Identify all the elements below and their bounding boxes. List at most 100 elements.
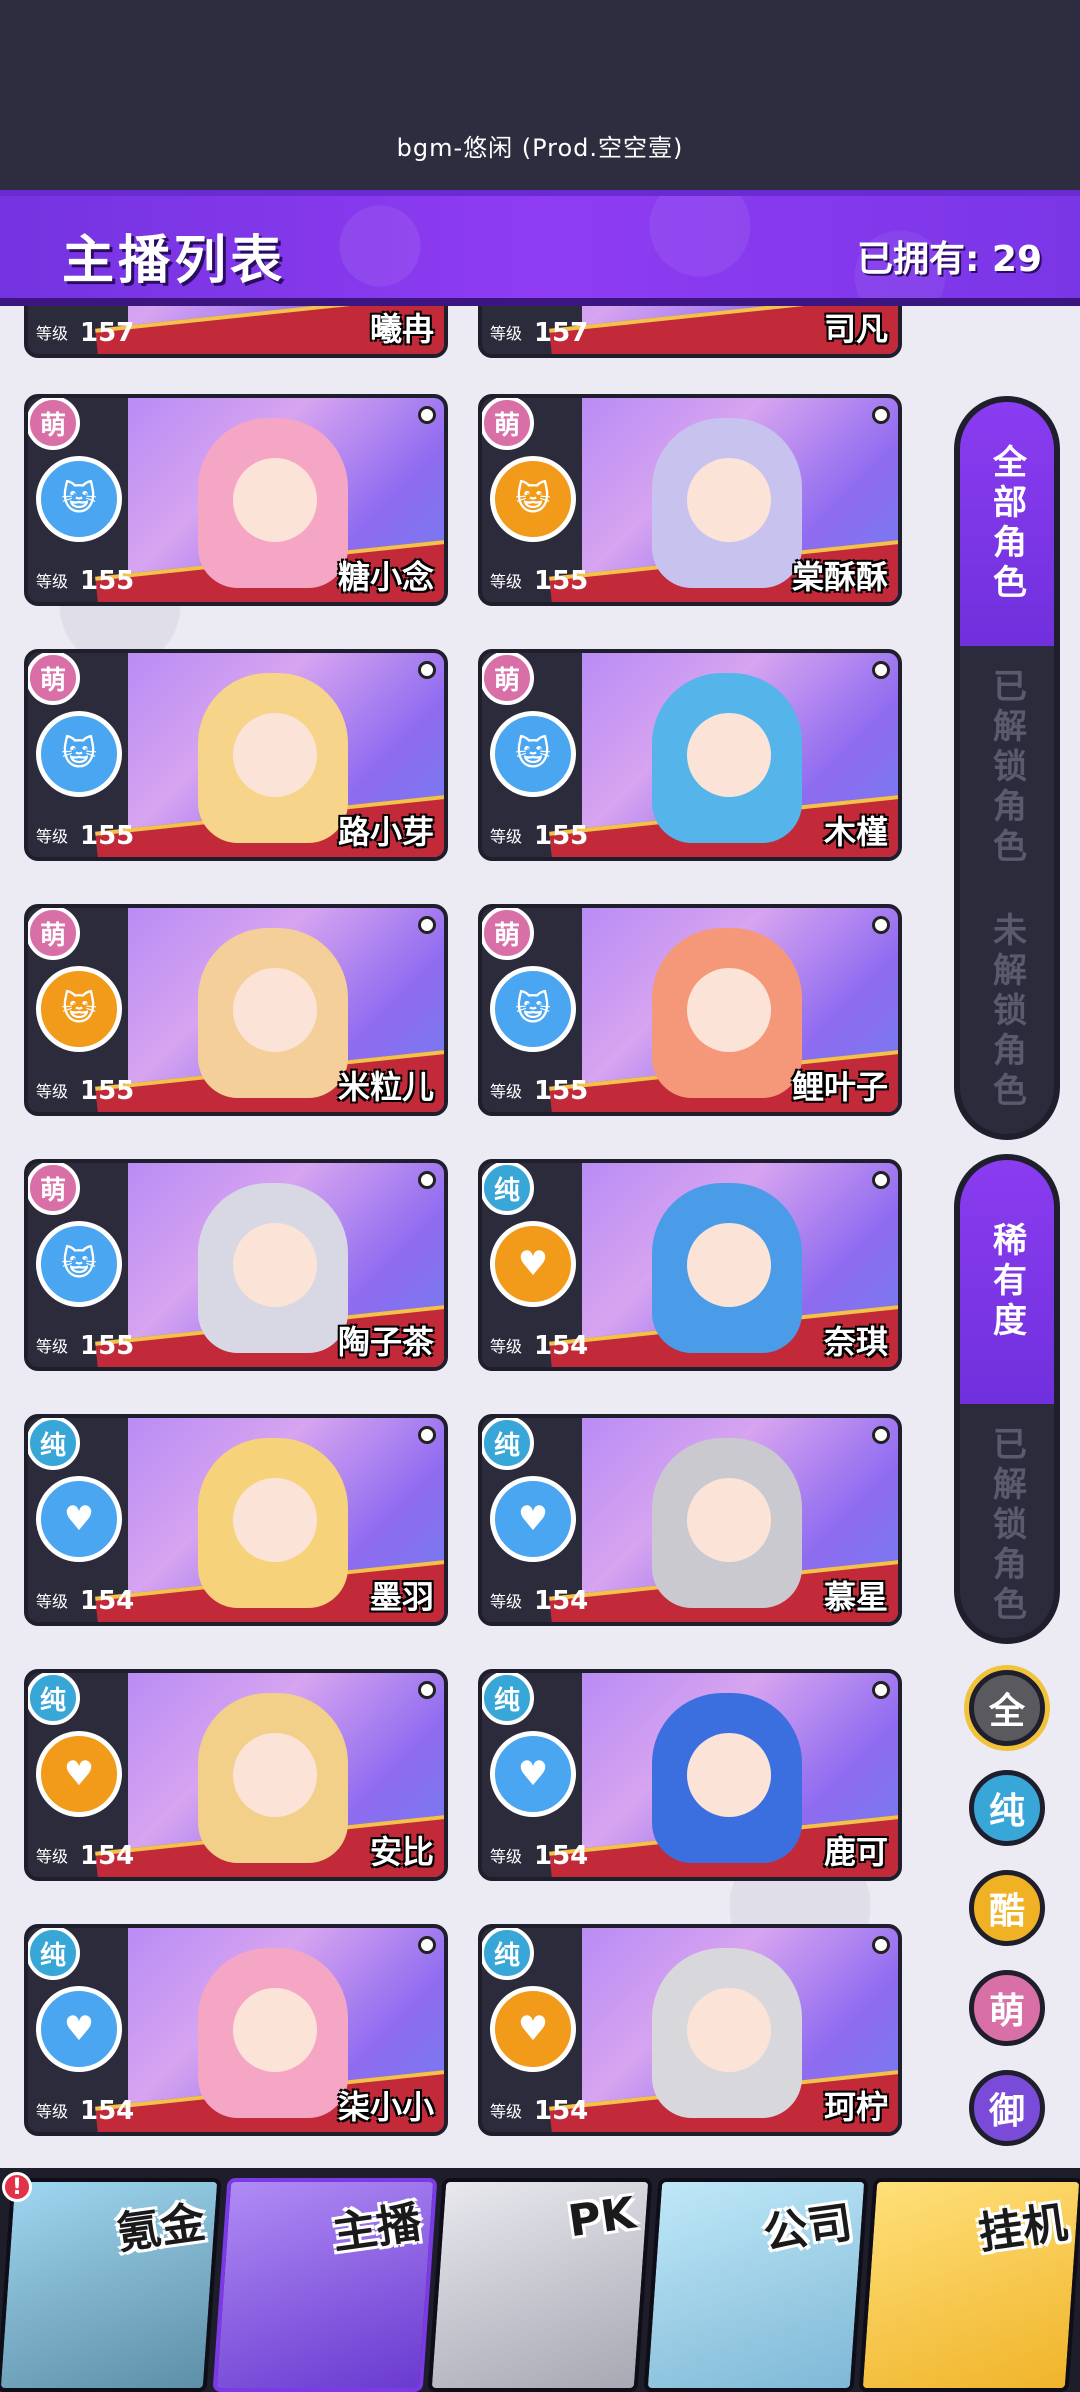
- filter-rarity-unlocked[interactable]: 已解锁角色: [960, 1404, 1054, 1638]
- nav-recharge[interactable]: 氪金: [0, 2178, 222, 2392]
- heartbeat-emblem-icon: ♥: [36, 1476, 122, 1562]
- rarity-badge: 纯: [482, 1418, 534, 1470]
- filter-unlocked-roles[interactable]: 已解锁角色: [960, 646, 1054, 890]
- nav-label: 主播: [328, 2197, 424, 2260]
- rarity-badge: 纯: [28, 1928, 80, 1980]
- rarity-button-meng[interactable]: 萌: [969, 1970, 1045, 2046]
- rarity-button-all[interactable]: 全: [969, 1670, 1045, 1746]
- card-corner-dot: [418, 1426, 436, 1444]
- level-value: 155: [534, 821, 589, 851]
- level-label: 等级: [490, 1592, 523, 1611]
- level-value: 155: [534, 566, 589, 596]
- owned-count: 已拥有: 29: [856, 239, 1042, 280]
- card-corner-dot: [418, 406, 436, 424]
- level-label: 等级: [490, 2102, 523, 2121]
- streamer-card[interactable]: 纯 ♥ 等级 154 慕星: [478, 1414, 902, 1626]
- cat-emblem-icon: 😺: [490, 966, 576, 1052]
- level-label: 等级: [36, 1847, 69, 1866]
- heartbeat-emblem-icon: ♥: [36, 1731, 122, 1817]
- streamer-card[interactable]: 纯 ♥ 等级 154 珂柠: [478, 1924, 902, 2136]
- streamer-card[interactable]: 纯 ♥ 等级 154 柒小小: [24, 1924, 448, 2136]
- card-corner-dot: [872, 1936, 890, 1954]
- page-header: 主播列表 已拥有: 29: [0, 190, 1080, 306]
- filter-rarity[interactable]: 稀有度: [960, 1160, 1054, 1404]
- level-value: 154: [534, 1586, 589, 1616]
- streamer-name: 珂柠: [823, 2088, 888, 2126]
- nav-pk[interactable]: PK: [427, 2178, 653, 2392]
- level-value: 157: [534, 318, 589, 348]
- level-value: 155: [80, 1331, 135, 1361]
- character-face: [233, 1733, 317, 1817]
- nav-idle[interactable]: 挂机: [858, 2178, 1080, 2392]
- rarity-badge: 纯: [28, 1673, 80, 1725]
- rarity-button-chun[interactable]: 纯: [969, 1770, 1045, 1846]
- level-value: 154: [80, 1586, 135, 1616]
- streamer-card[interactable]: 纯 ♥ 等级 154 安比: [24, 1669, 448, 1881]
- streamer-name: 司凡: [823, 310, 888, 348]
- card-corner-dot: [872, 1426, 890, 1444]
- level-label: 等级: [490, 1847, 523, 1866]
- streamer-card[interactable]: 纯 ♥ 等级 154 墨羽: [24, 1414, 448, 1626]
- nav-streamers[interactable]: 主播: [212, 2178, 437, 2392]
- heartbeat-emblem-icon: ♥: [490, 1476, 576, 1562]
- cat-emblem-icon: 😺: [36, 456, 122, 542]
- character-face: [687, 1733, 771, 1817]
- streamer-card[interactable]: 等级 157 司凡: [478, 306, 902, 358]
- level-label: 等级: [36, 1337, 69, 1356]
- level-value: 154: [534, 1331, 589, 1361]
- character-face: [233, 1478, 317, 1562]
- streamer-card[interactable]: 萌 😺 等级 155 米粒儿: [24, 904, 448, 1116]
- streamer-card[interactable]: 萌 😺 等级 155 糖小念: [24, 394, 448, 606]
- heartbeat-emblem-icon: ♥: [490, 1221, 576, 1307]
- character-face: [233, 458, 317, 542]
- streamer-card[interactable]: 纯 ♥ 等级 154 奈琪: [478, 1159, 902, 1371]
- streamer-card[interactable]: 等级 157 曦冉: [24, 306, 448, 358]
- rarity-badge: 萌: [482, 908, 534, 960]
- card-corner-dot: [418, 1936, 436, 1954]
- nav-label: 挂机: [975, 2197, 1071, 2260]
- rarity-button-ku[interactable]: 酷: [969, 1870, 1045, 1946]
- level-value: 155: [80, 1076, 135, 1106]
- level-label: 等级: [490, 1337, 523, 1356]
- filter-all-roles[interactable]: 全部角色: [960, 402, 1054, 646]
- streamer-list[interactable]: 等级 157 曦冉 等级 157 司凡 萌 😺 等级 155 糖小念 萌 😺 等…: [0, 306, 930, 2168]
- heartbeat-emblem-icon: ♥: [36, 1986, 122, 2072]
- streamer-name: 棠酥酥: [791, 558, 888, 596]
- filter-locked-roles[interactable]: 未解锁角色: [960, 890, 1054, 1134]
- streamer-card[interactable]: 萌 😺 等级 155 木槿: [478, 649, 902, 861]
- card-corner-dot: [872, 1171, 890, 1189]
- streamer-name: 路小芽: [337, 813, 434, 851]
- streamer-card[interactable]: 萌 😺 等级 155 棠酥酥: [478, 394, 902, 606]
- streamer-card[interactable]: 纯 ♥ 等级 154 鹿可: [478, 1669, 902, 1881]
- streamer-name: 安比: [369, 1833, 434, 1871]
- page-title: 主播列表: [62, 231, 287, 291]
- streamer-name: 陶子茶: [337, 1323, 434, 1361]
- rarity-badge: 纯: [482, 1928, 534, 1980]
- level-label: 等级: [36, 2102, 69, 2121]
- role-filter-group: 全部角色 已解锁角色 未解锁角色: [954, 396, 1060, 1140]
- cat-emblem-icon: 😺: [490, 711, 576, 797]
- character-face: [687, 1478, 771, 1562]
- streamer-card[interactable]: 萌 😺 等级 155 陶子茶: [24, 1159, 448, 1371]
- level-label: 等级: [36, 324, 69, 343]
- nav-company[interactable]: 公司: [643, 2178, 868, 2392]
- streamer-name: 慕星: [823, 1578, 888, 1616]
- card-corner-dot: [418, 1681, 436, 1699]
- top-bar: bgm-悠闲 (Prod.空空壹): [0, 0, 1080, 190]
- nav-label: 公司: [759, 2197, 855, 2260]
- character-face: [687, 458, 771, 542]
- nav-label: 氪金: [112, 2197, 209, 2260]
- streamer-card[interactable]: 萌 😺 等级 155 路小芽: [24, 649, 448, 861]
- card-corner-dot: [418, 661, 436, 679]
- character-face: [687, 968, 771, 1052]
- streamer-card[interactable]: 萌 😺 等级 155 鲤叶子: [478, 904, 902, 1116]
- level-label: 等级: [36, 1592, 69, 1611]
- character-face: [233, 1988, 317, 2072]
- level-value: 154: [534, 1841, 589, 1871]
- card-corner-dot: [872, 661, 890, 679]
- level-value: 157: [80, 318, 135, 348]
- character-face: [687, 1223, 771, 1307]
- heartbeat-emblem-icon: ♥: [490, 1731, 576, 1817]
- rarity-button-yu[interactable]: 御: [969, 2070, 1045, 2146]
- rarity-badge: 纯: [482, 1673, 534, 1725]
